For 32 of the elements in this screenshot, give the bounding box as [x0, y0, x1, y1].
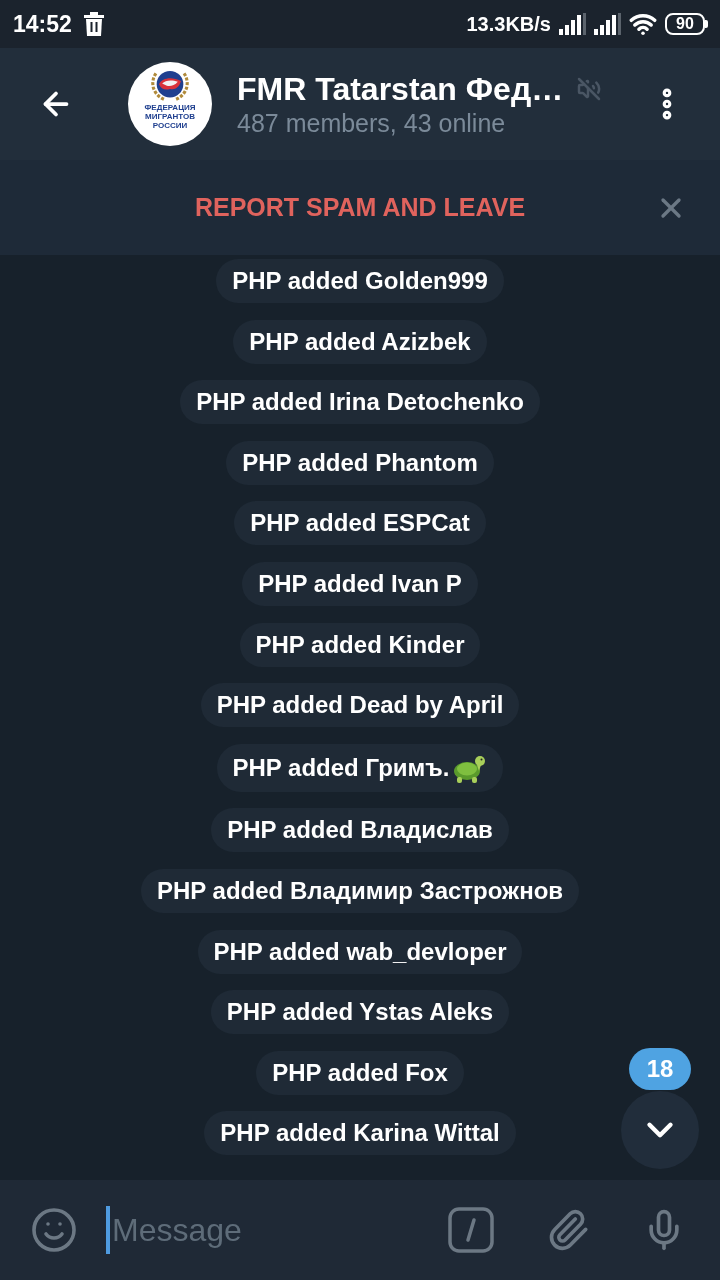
service-message-text: PHP added Fox: [272, 1060, 448, 1085]
network-speed: 13.3KB/s: [466, 12, 551, 37]
service-message-text: PHP added Гримъ.: [232, 755, 450, 780]
avatar-caption: ФЕДЕРАЦИЯ МИГРАНТОВ РОССИИ: [143, 103, 197, 130]
signal-icon: [559, 13, 586, 35]
chat-title: FMR Tatarstan Фед…: [237, 72, 564, 105]
service-message-text: PHP added wab_devloper: [213, 939, 507, 964]
status-time: 14:52: [13, 9, 72, 39]
service-message-text: PHP added Владимир Застрожнов: [156, 878, 564, 903]
service-message-text: PHP added Karina Wittal: [220, 1121, 500, 1146]
group-avatar[interactable]: ФЕДЕРАЦИЯ МИГРАНТОВ РОССИИ: [128, 62, 212, 146]
service-message-text: PHP added Ivan P: [258, 571, 462, 596]
bot-command-icon[interactable]: [448, 1207, 494, 1253]
service-message-text: PHP added Dead by April: [216, 693, 504, 718]
cursor-icon: [106, 1206, 110, 1254]
trash-icon: [83, 12, 104, 36]
report-spam-button[interactable]: REPORT SPAM AND LEAVE: [194, 188, 526, 227]
member-count: 487 members, 43 online: [237, 110, 507, 136]
service-message-text: PHP added Azizbek: [249, 329, 471, 354]
message-input[interactable]: Message: [112, 1206, 432, 1254]
service-message-text: PHP added Golden999: [232, 269, 488, 293]
battery-indicator: 90: [665, 13, 705, 35]
service-message-text: PHP added Ystas Aleks: [226, 1000, 494, 1025]
service-message-text: PHP added Владислав: [227, 818, 493, 843]
unread-badge: 18: [629, 1048, 691, 1090]
emoji-icon[interactable]: [30, 1206, 78, 1254]
battery-tip-icon: [705, 20, 708, 28]
signal-icon: [594, 13, 621, 35]
service-message-text: PHP added Irina Detochenko: [196, 390, 524, 415]
service-message-text: PHP added Kinder: [255, 632, 465, 657]
service-message-text: PHP added ESPCat: [250, 511, 470, 536]
service-message-text: PHP added Phantom: [242, 450, 478, 475]
